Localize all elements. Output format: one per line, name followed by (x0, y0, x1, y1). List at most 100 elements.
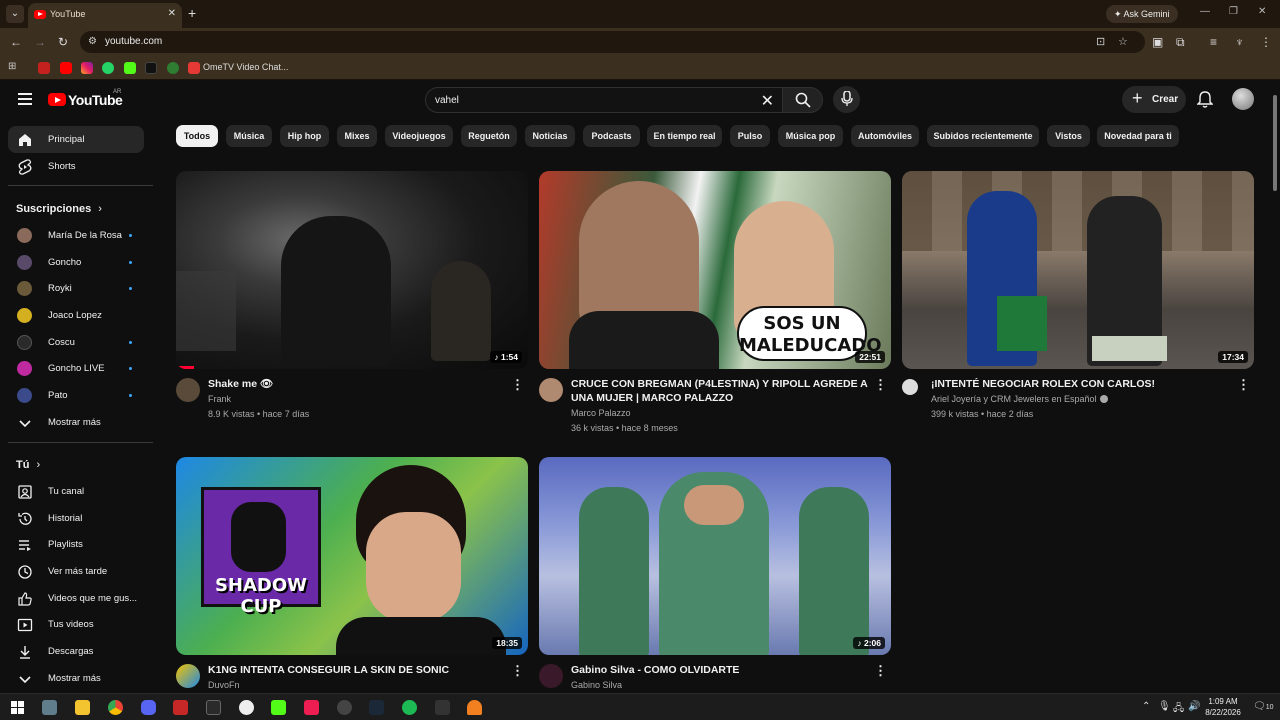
video-channel[interactable]: DuvoFn (208, 680, 240, 690)
network-icon[interactable]: 🖧 (1173, 701, 1184, 718)
kick-bookmark-icon[interactable] (124, 62, 136, 74)
extension-icon[interactable]: ▣ (1152, 35, 1163, 49)
channel-avatar[interactable] (176, 664, 200, 688)
sidebar-item-principal[interactable]: Principal (8, 126, 144, 153)
volume-icon[interactable]: 🔊 (1188, 701, 1200, 712)
sidebar-item-historial[interactable]: Historial (8, 505, 144, 532)
tiktok-app-icon[interactable] (304, 700, 319, 715)
steam-icon[interactable] (369, 700, 384, 715)
whatsapp-bookmark-icon[interactable] (102, 62, 114, 74)
cloudflare-icon[interactable] (467, 700, 482, 715)
app-icon[interactable] (435, 700, 450, 715)
chip-en-tiempo-real[interactable]: En tiempo real (647, 125, 722, 147)
video-title[interactable]: K1NG INTENTA CONSEGUIR LA SKIN DE SONIC (208, 663, 508, 677)
chip-noticias[interactable]: Noticias (525, 125, 575, 147)
more-options-icon[interactable]: ⋮ (1237, 377, 1250, 393)
more-options-icon[interactable]: ⋮ (874, 663, 887, 679)
obs-icon[interactable] (337, 700, 352, 715)
new-tab-button[interactable]: + (188, 5, 196, 21)
chip-musica-pop[interactable]: Música pop (778, 125, 843, 147)
spotify-icon[interactable] (402, 700, 417, 715)
more-options-icon[interactable]: ⋮ (511, 663, 524, 679)
chip-podcasts[interactable]: Podcasts (583, 125, 640, 147)
sidebar-item-tu-canal[interactable]: Tu canal (8, 478, 144, 505)
chip-novedad-para-ti[interactable]: Novedad para ti (1097, 125, 1179, 147)
back-icon[interactable]: ← (10, 35, 22, 49)
epic-games-icon[interactable] (206, 700, 221, 715)
sidebar-show-more-you[interactable]: Mostrar más (8, 665, 144, 692)
tab-list-button[interactable]: ⌄ (6, 5, 24, 23)
chip-regueton[interactable]: Reguetón (461, 125, 517, 147)
gmail-bookmark-icon[interactable] (38, 62, 50, 74)
bookmark-star-icon[interactable]: ☆ (1118, 35, 1128, 48)
chip-videojuegos[interactable]: Videojuegos (385, 125, 453, 147)
install-app-icon[interactable]: ⊡ (1096, 35, 1105, 48)
file-explorer-icon[interactable] (75, 700, 90, 715)
extensions-puzzle-icon[interactable]: ⧉ (1176, 35, 1185, 50)
browser-tab-youtube[interactable]: YouTube ✕ (28, 3, 182, 28)
create-button[interactable]: + Crear (1122, 86, 1186, 113)
ometv-bookmark-label[interactable]: OmeTV Video Chat... (203, 62, 288, 72)
video-channel[interactable]: Ariel Joyería y CRM Jewelers en Español (931, 394, 1108, 404)
system-clock[interactable]: 1:09 AM 8/22/2026 (1200, 696, 1246, 718)
video-title[interactable]: CRUCE CON BREGMAN (P4LESTINA) Y RIPOLL A… (571, 377, 871, 405)
sidebar-item-descargas[interactable]: Descargas (8, 638, 144, 665)
sidebar-item-videos-que-me-gustan[interactable]: Videos que me gus... (8, 585, 144, 612)
sidebar-item-shorts[interactable]: Shorts (8, 153, 144, 180)
notifications-bell-icon[interactable] (1197, 91, 1213, 109)
ometv-bookmark-icon[interactable] (188, 62, 200, 74)
sidebar-sub-royki[interactable]: Royki (8, 275, 144, 302)
notification-center-icon[interactable]: 🗨10 (1253, 701, 1274, 712)
sidebar-sub-joaco-lopez[interactable]: Joaco Lopez (8, 302, 144, 329)
streamlabs-icon[interactable] (239, 700, 254, 715)
channel-avatar[interactable] (539, 664, 563, 688)
microphone-tray-icon[interactable]: 🎙 (1158, 701, 1171, 712)
channel-avatar[interactable] (176, 378, 200, 402)
video-channel[interactable]: Gabino Silva (571, 680, 622, 690)
kick-app-icon[interactable] (271, 700, 286, 715)
video-thumbnail[interactable]: ♪ 1:54 (176, 171, 528, 369)
task-view-icon[interactable] (42, 700, 57, 715)
windows-start-icon[interactable] (10, 700, 25, 715)
chip-automoviles[interactable]: Automóviles (851, 125, 919, 147)
chip-todos[interactable]: Todos (176, 125, 218, 147)
sidebar-sub-coscu[interactable]: Coscu (8, 329, 144, 356)
voice-search-button[interactable] (833, 86, 860, 113)
video-thumbnail[interactable]: 17:34 (902, 171, 1254, 369)
tiktok-bookmark-icon[interactable] (145, 62, 157, 74)
show-hidden-icons-icon[interactable]: ⌃ (1142, 701, 1150, 712)
sidebar-show-more-subscriptions[interactable]: Mostrar más (8, 409, 144, 436)
video-channel[interactable]: Frank (208, 394, 231, 404)
page-scrollbar[interactable] (1270, 81, 1280, 693)
subscriptions-header[interactable]: Suscripciones › (16, 203, 102, 215)
minimize-button[interactable]: — (1200, 6, 1210, 17)
more-options-icon[interactable]: ⋮ (874, 377, 887, 393)
video-title[interactable]: Gabino Silva - COMO OLVIDARTE (571, 663, 871, 677)
scrollbar-thumb[interactable] (1273, 95, 1277, 191)
sidebar-item-ver-mas-tarde[interactable]: Ver más tarde (8, 558, 144, 585)
search-input[interactable]: vahel ✕ (425, 87, 782, 113)
chrome-icon[interactable] (108, 700, 123, 715)
reload-icon[interactable]: ↻ (58, 35, 68, 49)
channel-avatar[interactable] (902, 379, 918, 395)
sidebar-sub-maria-de-la-rosa[interactable]: María De la Rosa (8, 222, 144, 249)
sidebar-item-tus-videos[interactable]: Tus videos (8, 611, 144, 638)
profile-icon[interactable]: ♆ (1235, 35, 1244, 49)
video-thumbnail[interactable]: SOS UN MALEDUCADO 22:51 (539, 171, 891, 369)
browser-menu-icon[interactable]: ⋮ (1260, 35, 1272, 49)
reading-list-icon[interactable]: ≡ (1210, 35, 1217, 49)
tab-close-icon[interactable]: ✕ (168, 8, 176, 19)
menu-hamburger-icon[interactable] (18, 93, 32, 105)
channel-avatar[interactable] (539, 378, 563, 402)
youtube-bookmark-icon[interactable] (60, 62, 72, 74)
bookmark-site-icon[interactable] (167, 62, 179, 74)
video-title[interactable]: Shake me 👁 (208, 377, 508, 391)
address-bar[interactable]: ⚙ youtube.com ⊡ ☆ (80, 31, 1145, 53)
voicemod-icon[interactable] (173, 700, 188, 715)
you-header[interactable]: Tú › (16, 459, 40, 471)
video-thumbnail[interactable]: ♪ 2:06 (539, 457, 891, 655)
sidebar-sub-goncho[interactable]: Goncho (8, 249, 144, 276)
chip-subidos-recientemente[interactable]: Subidos recientemente (927, 125, 1039, 147)
video-channel[interactable]: Marco Palazzo (571, 408, 631, 418)
account-avatar[interactable] (1232, 88, 1254, 110)
